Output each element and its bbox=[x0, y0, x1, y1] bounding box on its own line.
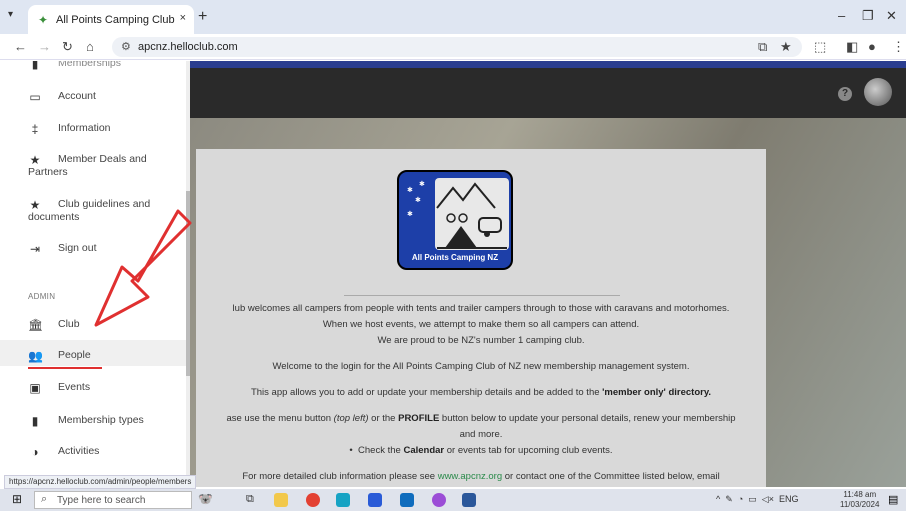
text-fragment: ase use the menu button bbox=[226, 413, 334, 424]
tab-title: All Points Camping Club of Ne bbox=[56, 13, 176, 26]
task-view-icon[interactable]: ⧉ bbox=[246, 493, 254, 506]
star-decoration: ✱ bbox=[407, 187, 413, 194]
back-icon[interactable]: ← bbox=[14, 39, 27, 54]
profile-emphasis: PROFILE bbox=[398, 413, 440, 424]
new-tab-button[interactable]: + bbox=[198, 8, 207, 26]
bookmark-star-icon[interactable]: ★ bbox=[780, 39, 792, 55]
logo-inner-panel bbox=[435, 178, 509, 250]
clock-time: 11:48 am bbox=[843, 490, 877, 499]
profile-icon[interactable]: ● bbox=[868, 39, 876, 54]
star-decoration: ✱ bbox=[407, 211, 413, 218]
browser-toolbar: ← → ↻ ⌂ ⚙ apcnz.helloclub.com ⧉ ★ ⬚ ◧ ● … bbox=[0, 34, 906, 60]
taskbar-search-box[interactable]: ⌕ Type here to search bbox=[34, 491, 192, 509]
star-decoration: ✱ bbox=[419, 181, 425, 188]
browser-tab-strip: ▾ ✦ All Points Camping Club of Ne × + – … bbox=[0, 0, 906, 34]
welcome-line: Welcome to the login for the All Points … bbox=[272, 361, 690, 372]
status-bar-url: https://apcnz.helloclub.com/admin/people… bbox=[4, 475, 197, 489]
outlook-icon[interactable] bbox=[400, 493, 414, 507]
bookmark-icon: ▮ bbox=[31, 414, 39, 428]
address-url: apcnz.helloclub.com bbox=[138, 41, 238, 53]
logo-text: All Points Camping NZ bbox=[411, 253, 499, 262]
install-app-icon[interactable]: ⧉ bbox=[758, 39, 767, 55]
welcome-card: ✱ ✱ ✱ ✱ All Points Camping NZ lub welcom… bbox=[196, 149, 766, 487]
extensions-icon[interactable]: ⬚ bbox=[814, 39, 826, 55]
calendar-emphasis: Calendar bbox=[403, 445, 445, 456]
menu-info-line: ase use the menu button (top left) or th… bbox=[196, 413, 766, 424]
tray-chevron-icon[interactable]: ^ bbox=[716, 494, 720, 504]
toggle-icon: ◑ bbox=[31, 445, 39, 459]
chrome-icon[interactable] bbox=[306, 493, 320, 507]
system-tray: ^ ✎ ◔ ▭ ◁× ENG bbox=[716, 494, 799, 505]
search-icon: ⌕ bbox=[41, 493, 48, 505]
reload-icon[interactable]: ↻ bbox=[62, 39, 73, 55]
calendar-icon: ▣ bbox=[29, 381, 41, 395]
red-arrow-annotation bbox=[94, 209, 192, 327]
member-directory-emphasis: 'member only' directory. bbox=[602, 387, 712, 398]
forward-icon[interactable]: → bbox=[38, 39, 51, 54]
intro-line: lub welcomes all campers from people wit… bbox=[232, 303, 730, 314]
tab-close-icon[interactable]: × bbox=[180, 12, 186, 24]
browser-tab[interactable]: ✦ All Points Camping Club of Ne × bbox=[28, 5, 194, 34]
intro-line: We are proud to be NZ's number 1 camping… bbox=[377, 335, 585, 346]
text-fragment: or the bbox=[368, 413, 399, 424]
calendar-info-line: • Check the Calendar or events tab for u… bbox=[349, 445, 613, 456]
sidebar-item-label: Activities bbox=[58, 445, 100, 457]
minimize-icon[interactable]: – bbox=[838, 8, 845, 23]
windows-taskbar: ⊞ ⌕ Type here to search 🐨 ⧉ ^ ✎ ◔ ▭ ◁× E… bbox=[0, 489, 906, 511]
app-header: ? bbox=[190, 68, 906, 118]
text-fragment: For more detailed club information pleas… bbox=[242, 471, 438, 482]
store-icon[interactable] bbox=[336, 493, 350, 507]
text-fragment: (top left) bbox=[333, 413, 369, 424]
text-fragment: or events tab for upcoming club events. bbox=[444, 445, 613, 456]
camping-scene-icon bbox=[436, 182, 507, 249]
tray-battery-icon[interactable]: ▭ bbox=[748, 494, 757, 504]
help-icon[interactable]: ? bbox=[838, 87, 852, 101]
text-fragment: or contact one of the Committee listed b… bbox=[502, 471, 720, 482]
sidebar-item-label: Membership types bbox=[58, 414, 144, 426]
star-decoration: ✱ bbox=[415, 197, 421, 204]
browser-menu-icon[interactable]: ⋮ bbox=[892, 39, 905, 55]
address-bar[interactable]: ⚙ apcnz.helloclub.com bbox=[112, 37, 802, 57]
koala-widget-icon[interactable]: 🐨 bbox=[198, 492, 213, 506]
brand-top-bar bbox=[190, 61, 906, 68]
card-divider bbox=[344, 295, 620, 296]
taskbar-clock[interactable]: 11:48 am 11/03/2024 bbox=[840, 490, 879, 510]
word-icon[interactable] bbox=[462, 493, 476, 507]
notifications-icon[interactable]: ▤ bbox=[888, 493, 898, 506]
clock-date: 11/03/2024 bbox=[840, 500, 880, 509]
messenger-icon[interactable] bbox=[432, 493, 446, 507]
sidepanel-icon[interactable]: ◧ bbox=[846, 39, 858, 55]
tab-search-chevron-icon[interactable]: ▾ bbox=[8, 9, 13, 20]
club-favicon-icon: ✦ bbox=[38, 12, 49, 27]
user-avatar[interactable] bbox=[864, 78, 892, 106]
red-underline-annotation bbox=[28, 367, 102, 369]
language-indicator[interactable]: ENG bbox=[779, 494, 799, 504]
home-icon[interactable]: ⌂ bbox=[86, 39, 94, 54]
club-logo: ✱ ✱ ✱ ✱ All Points Camping NZ bbox=[397, 170, 513, 270]
windows-start-icon[interactable]: ⊞ bbox=[12, 492, 22, 506]
text-fragment: Check the bbox=[358, 445, 404, 456]
sidebar-item-label: Events bbox=[58, 381, 91, 393]
contact-info-line: For more detailed club information pleas… bbox=[196, 471, 766, 482]
tray-network-icon[interactable]: ◔ bbox=[738, 494, 743, 504]
tray-volume-icon[interactable]: ◁× bbox=[762, 494, 774, 504]
teams-icon[interactable] bbox=[368, 493, 382, 507]
app-info-line: This app allows you to add or update you… bbox=[196, 387, 766, 398]
site-settings-icon[interactable]: ⚙ bbox=[121, 40, 131, 53]
text-fragment: This app allows you to add or update you… bbox=[250, 387, 603, 398]
tray-pen-icon[interactable]: ✎ bbox=[725, 494, 733, 504]
page-viewport: ? ✱ ✱ ✱ ✱ All Points Camping NZ lub welc… bbox=[0, 61, 906, 487]
intro-line: When we host events, we attempt to make … bbox=[322, 319, 640, 330]
close-window-icon[interactable]: ✕ bbox=[886, 8, 897, 24]
apcnz-link[interactable]: www.apcnz.org bbox=[438, 471, 502, 482]
menu-info-line: and more. bbox=[459, 429, 503, 440]
text-fragment: button below to update your personal det… bbox=[439, 413, 736, 424]
restore-icon[interactable]: ❐ bbox=[862, 8, 874, 24]
file-explorer-icon[interactable] bbox=[274, 493, 288, 507]
search-placeholder: Type here to search bbox=[57, 494, 146, 506]
